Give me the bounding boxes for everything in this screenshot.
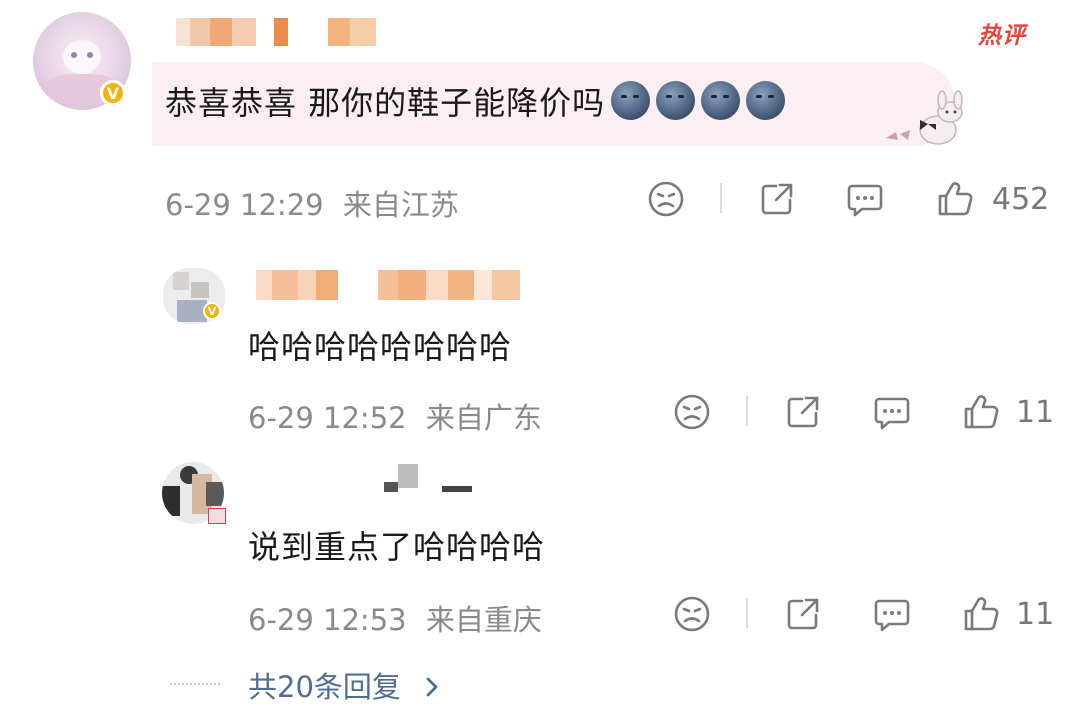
new-moon-face-icon	[701, 81, 741, 120]
dislike-icon[interactable]	[647, 180, 685, 218]
chevron-right-icon	[426, 677, 438, 697]
reply-text: 哈哈哈哈哈哈哈哈	[248, 328, 513, 366]
new-moon-face-icon	[611, 81, 651, 120]
username-redacted[interactable]	[176, 18, 376, 46]
comment-location: 来自广东	[425, 401, 542, 435]
more-replies-label: 共20条回复	[248, 670, 401, 704]
share-icon[interactable]	[784, 393, 822, 431]
username-redacted[interactable]	[366, 464, 472, 494]
hot-comment-label: 热评	[978, 23, 1026, 49]
comment-location: 来自重庆	[425, 603, 542, 637]
dislike-icon[interactable]	[673, 393, 711, 431]
comment-meta: 6-29 12:29 来自江苏	[165, 182, 459, 224]
new-moon-face-icon	[746, 81, 786, 120]
more-replies-link[interactable]: 共20条回复	[248, 664, 442, 706]
verified-badge-icon: V	[203, 302, 221, 320]
comment-icon[interactable]	[846, 181, 884, 219]
divider	[746, 598, 748, 628]
share-icon[interactable]	[758, 180, 796, 218]
share-icon[interactable]	[784, 595, 822, 633]
divider	[720, 183, 722, 213]
like-count: 11	[1016, 597, 1055, 632]
like-icon[interactable]	[962, 595, 1000, 633]
comment-icon[interactable]	[873, 596, 911, 634]
username-redacted[interactable]	[256, 270, 520, 300]
comment-meta: 6-29 12:53 来自重庆	[248, 597, 542, 639]
like-count: 11	[1016, 395, 1055, 430]
comment-time: 6-29 12:53	[248, 603, 407, 637]
comment-time: 6-29 12:52	[248, 401, 407, 435]
divider-dotted	[170, 683, 220, 685]
badge-red-icon	[208, 508, 226, 524]
divider	[746, 396, 748, 426]
comment-icon[interactable]	[873, 394, 911, 432]
reply-text: 说到重点了哈哈哈哈	[248, 528, 546, 566]
new-moon-face-icon	[656, 81, 696, 120]
comment-text: 恭喜恭喜 那你的鞋子能降价吗	[165, 78, 786, 124]
like-count: 452	[992, 182, 1050, 217]
comment-location: 来自江苏	[342, 188, 459, 222]
verified-badge-icon: V	[100, 80, 126, 106]
comment-meta: 6-29 12:52 来自广东	[248, 395, 542, 437]
dislike-icon[interactable]	[673, 595, 711, 633]
bunny-sticker-icon	[880, 90, 970, 154]
like-icon[interactable]	[936, 180, 974, 218]
comment-time: 6-29 12:29	[165, 188, 324, 222]
like-icon[interactable]	[962, 393, 1000, 431]
